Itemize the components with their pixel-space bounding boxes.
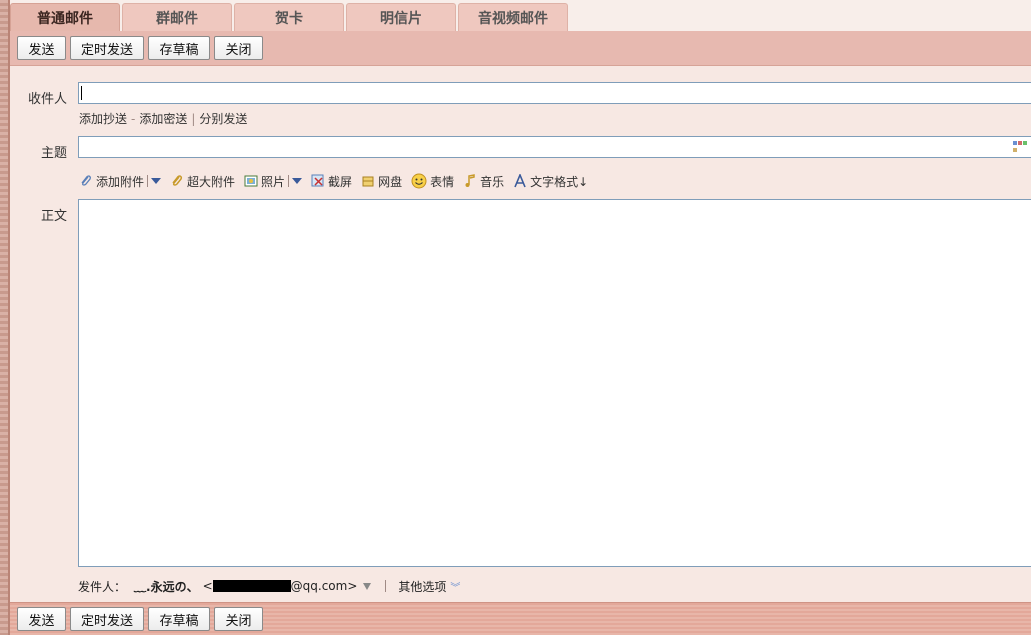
send-button-bottom[interactable]: 发送	[17, 607, 66, 631]
text-format-label: 文字格式↓	[530, 174, 589, 189]
paperclip-icon	[79, 174, 93, 188]
stationery-grid-icon[interactable]	[1013, 141, 1027, 153]
smiley-icon	[411, 173, 427, 189]
scissors-screenshot-icon	[311, 174, 325, 188]
chevron-down-icon[interactable]	[151, 178, 162, 184]
top-toolbar: 发送 定时发送 存草稿 关闭	[10, 31, 1031, 66]
add-bcc-link[interactable]: 添加密送	[139, 112, 187, 126]
close-button-bottom[interactable]: 关闭	[214, 607, 263, 631]
divider	[147, 175, 149, 187]
tab-normal-mail[interactable]: 普通邮件	[10, 3, 120, 31]
emoji-tool[interactable]: 表情	[411, 173, 454, 190]
separator: -	[131, 112, 136, 126]
tab-postcard[interactable]: 明信片	[346, 3, 456, 31]
text-caret	[81, 86, 82, 100]
screenshot-label: 截屏	[328, 174, 353, 189]
tab-greeting-card[interactable]: 贺卡	[234, 3, 344, 31]
add-attachment-label: 添加附件	[96, 174, 145, 189]
add-attachment-tool[interactable]: 添加附件	[79, 173, 144, 190]
netdisk-label: 网盘	[378, 174, 403, 189]
subject-label: 主题	[40, 146, 67, 161]
sender-row: 发件人： ﹏.永远の、 < @qq.com> 其他选项 ︾	[78, 578, 460, 594]
scheduled-send-button[interactable]: 定时发送	[70, 36, 144, 60]
sender-label: 发件人：	[78, 579, 127, 594]
recipient-options: 添加抄送 - 添加密送 | 分别发送	[79, 110, 247, 127]
close-button[interactable]: 关闭	[214, 36, 263, 60]
large-attachment-icon	[170, 174, 184, 188]
music-label: 音乐	[480, 174, 505, 189]
save-draft-button[interactable]: 存草稿	[148, 36, 210, 60]
redacted-email	[212, 580, 291, 592]
compose-tabs: 普通邮件 群邮件 贺卡 明信片 音视频邮件	[10, 0, 1031, 31]
netdisk-tool[interactable]: 网盘	[361, 173, 402, 190]
separator: |	[191, 112, 196, 126]
sender-dropdown-icon[interactable]	[363, 582, 372, 590]
other-options-link[interactable]: 其他选项	[398, 578, 446, 595]
separate-send-link[interactable]: 分别发送	[199, 112, 247, 126]
save-draft-button-bottom[interactable]: 存草稿	[148, 607, 210, 631]
music-note-icon	[463, 174, 477, 188]
body-label: 正文	[40, 209, 67, 224]
double-chevron-down-icon[interactable]: ︾	[450, 579, 460, 594]
text-format-tool[interactable]: 文字格式↓	[513, 172, 589, 190]
large-attachment-label: 超大附件	[187, 174, 236, 189]
body-editor[interactable]	[78, 199, 1031, 567]
emoji-label: 表情	[430, 174, 455, 189]
compose-form: 收件人 添加抄送 - 添加密送 | 分别发送 主题 添加附件 超大附件 照片 截…	[10, 66, 1031, 602]
left-window-border	[0, 0, 10, 635]
large-attachment-tool[interactable]: 超大附件	[170, 173, 235, 190]
tab-group-mail[interactable]: 群邮件	[122, 3, 232, 31]
divider	[288, 175, 290, 187]
tab-av-mail[interactable]: 音视频邮件	[458, 3, 568, 31]
music-tool[interactable]: 音乐	[463, 173, 504, 190]
recipient-label: 收件人	[27, 92, 67, 107]
divider	[385, 580, 387, 592]
sender-email-open: <	[202, 579, 213, 593]
attachment-toolbar: 添加附件 超大附件 照片 截屏 网盘 表情 音乐 文字格式↓	[79, 172, 597, 190]
netdisk-icon	[361, 174, 375, 188]
bottom-toolbar: 发送 定时发送 存草稿 关闭	[10, 602, 1031, 635]
photo-label: 照片	[261, 174, 286, 189]
recipient-input[interactable]	[78, 82, 1031, 104]
screenshot-tool[interactable]: 截屏	[311, 173, 352, 190]
sender-email-domain: @qq.com>	[290, 579, 358, 593]
font-a-icon	[513, 172, 527, 188]
sender-name: ﹏.永远の、	[134, 579, 199, 594]
add-cc-link[interactable]: 添加抄送	[79, 112, 127, 126]
scheduled-send-button-bottom[interactable]: 定时发送	[70, 607, 144, 631]
chevron-down-icon[interactable]	[292, 178, 303, 184]
photo-tool[interactable]: 照片	[244, 173, 285, 190]
send-button[interactable]: 发送	[17, 36, 66, 60]
subject-input[interactable]	[78, 136, 1031, 158]
photo-icon	[244, 174, 258, 188]
